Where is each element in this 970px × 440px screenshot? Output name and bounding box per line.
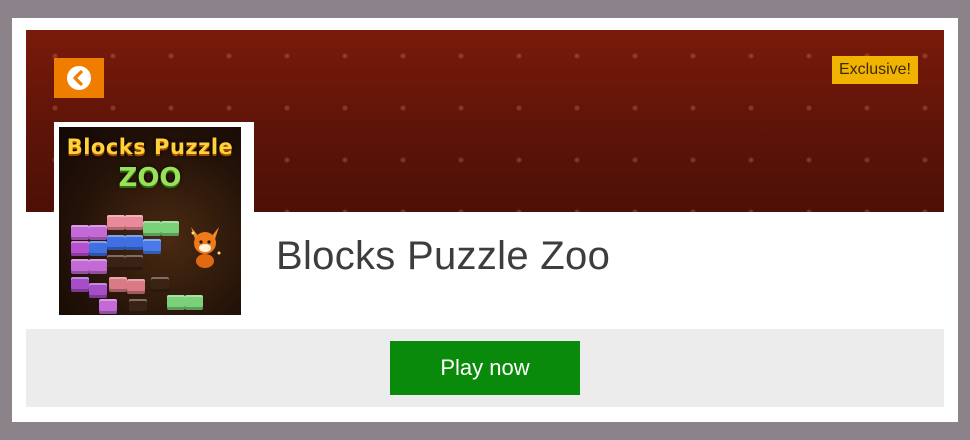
puzzle-block [71,241,89,256]
game-title: Blocks Puzzle Zoo [276,234,611,278]
puzzle-block [129,299,147,314]
puzzle-block [89,225,107,240]
exclusive-badge: Exclusive! [831,56,918,84]
puzzle-block [109,277,127,292]
fox-mascot-icon [191,227,221,268]
puzzle-block [107,215,125,230]
back-button[interactable] [54,58,104,98]
puzzle-block [143,239,161,254]
thumbnail-title-line1: Blocks Puzzle [66,135,234,159]
play-now-button[interactable]: Play now [390,341,580,395]
puzzle-block [107,235,125,250]
puzzle-block [151,277,169,292]
puzzle-block [127,279,145,294]
game-card: Exclusive! Blocks Puzzle ZOO Blocks Puzz… [12,18,958,422]
puzzle-block [143,221,161,236]
thumbnail-title-line2: ZOO [118,163,182,193]
game-thumbnail[interactable]: Blocks Puzzle ZOO [59,127,241,315]
puzzle-block [107,255,125,270]
puzzle-block [71,259,89,274]
puzzle-block [89,259,107,274]
puzzle-block [99,299,117,314]
puzzle-block [71,277,89,292]
puzzle-block [185,295,203,310]
chevron-left-circle-icon [67,66,91,90]
puzzle-block [89,283,107,298]
puzzle-block [161,221,179,236]
puzzle-block [167,295,185,310]
puzzle-block [71,225,89,240]
game-thumbnail-frame: Blocks Puzzle ZOO [54,122,254,322]
puzzle-block [125,255,143,270]
puzzle-block [125,215,143,230]
puzzle-block [89,241,107,256]
puzzle-block [125,235,143,250]
play-bar: Play now [26,329,944,407]
